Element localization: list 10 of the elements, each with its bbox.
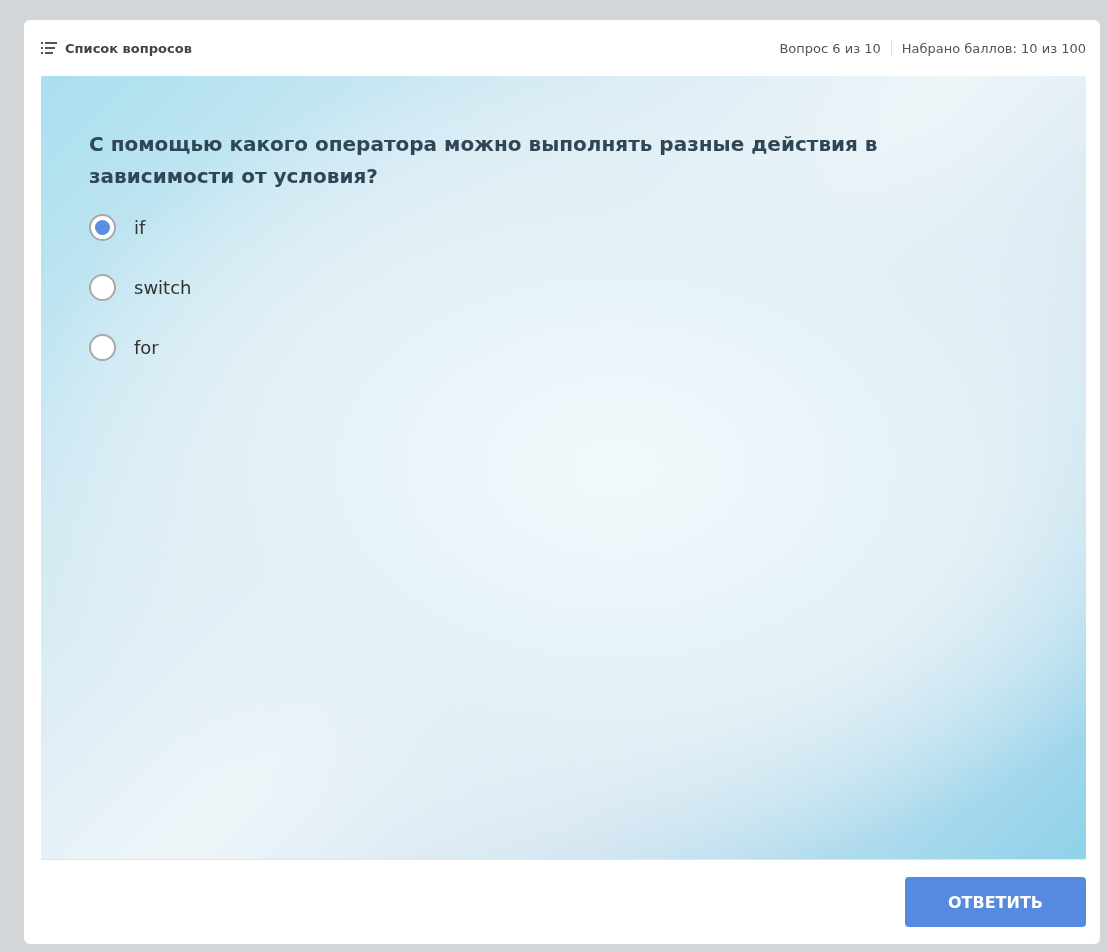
score-text: Набрано баллов: 10 из 100 (901, 40, 1086, 56)
radio-button[interactable] (89, 334, 116, 361)
option-label: switch (134, 277, 192, 298)
radio-button[interactable] (89, 274, 116, 301)
option-label: for (134, 337, 159, 358)
option-label: if (134, 217, 146, 238)
radio-button[interactable] (89, 214, 116, 241)
question-text: С помощью какого оператора можно выполнять разные действия в зависимости от условия? (89, 131, 879, 190)
list-icon (41, 42, 57, 54)
question-list-button[interactable]: Список вопросов (41, 40, 192, 56)
